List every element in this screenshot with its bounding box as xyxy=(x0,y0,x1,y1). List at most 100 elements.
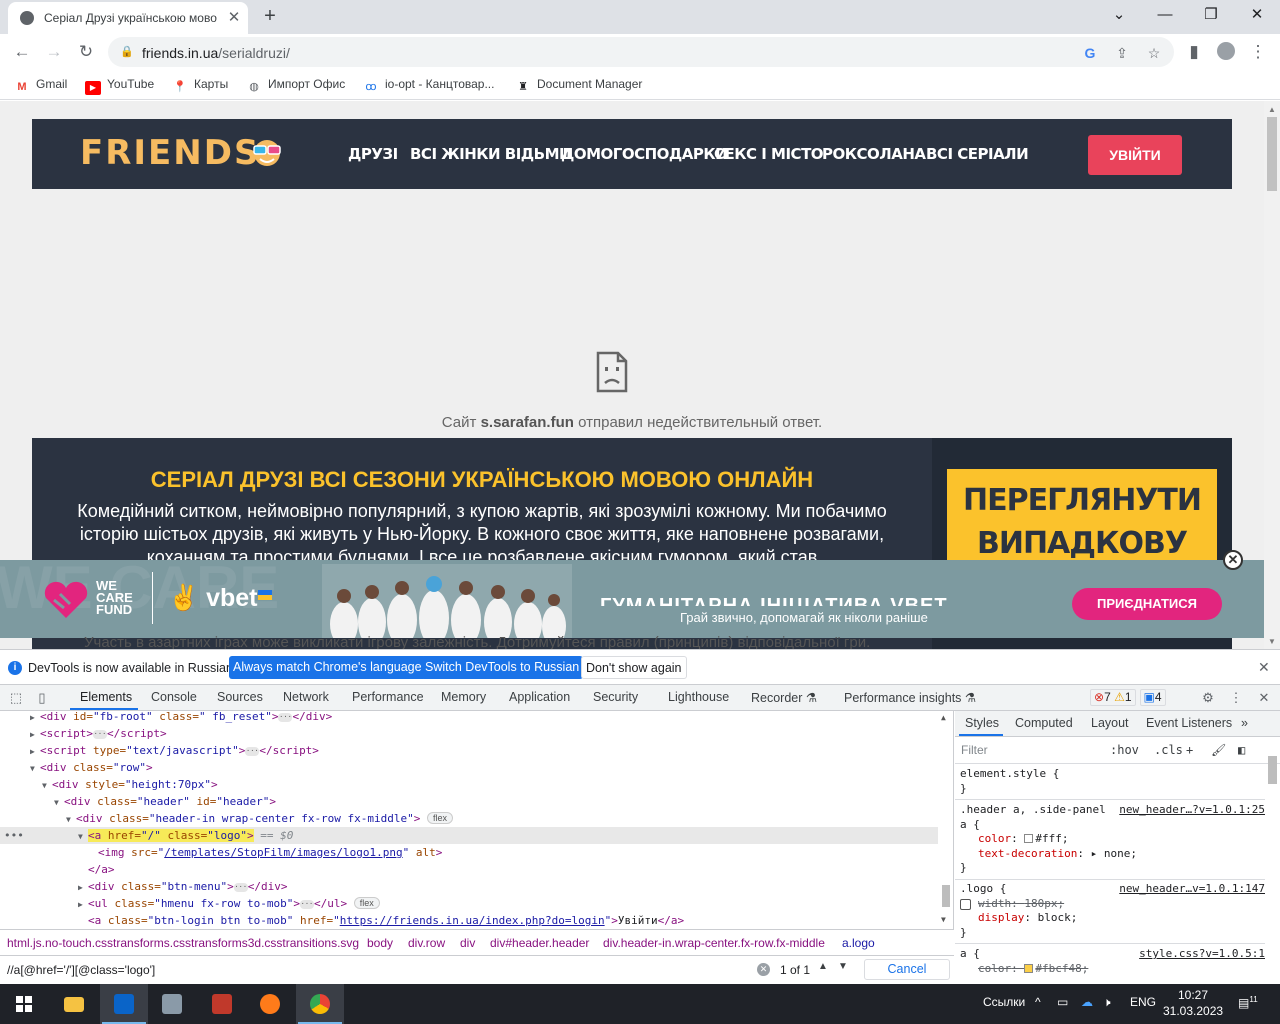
dom-node-selected[interactable]: ••• ▼ <a href="/" class="logo"> == $0 xyxy=(0,827,938,844)
close-tab-icon[interactable]: ✕ xyxy=(226,8,242,26)
tab-styles[interactable]: Styles xyxy=(965,716,999,730)
breadcrumb-body[interactable]: body xyxy=(367,936,393,950)
styles-filter-input[interactable]: Filter xyxy=(961,743,988,757)
breadcrumb-div-header-in[interactable]: div.header-in.wrap-center.fx-row.fx-midd… xyxy=(603,936,825,950)
firefox-icon[interactable] xyxy=(246,984,294,1024)
dom-node[interactable]: ▼ <div class="header" id="header"> xyxy=(0,793,938,810)
breadcrumb-div[interactable]: div xyxy=(460,936,475,950)
dom-node[interactable]: ▼ <div class="row"> xyxy=(0,759,938,776)
breadcrumb-a-logo[interactable]: a.logo xyxy=(842,936,875,950)
breadcrumb-div-header[interactable]: div#header.header xyxy=(490,936,589,950)
forward-icon[interactable]: → xyxy=(42,40,66,64)
dom-node[interactable]: ▶ <ul class="hmenu fx-row to-mob">···</ul… xyxy=(0,895,938,912)
devtools-menu-icon[interactable]: ⋮ xyxy=(1227,689,1245,707)
bookmark-document-manager[interactable]: ♜ Document Manager xyxy=(515,77,642,93)
minimize-icon[interactable]: — xyxy=(1142,2,1188,30)
tab-elements[interactable]: Elements xyxy=(80,690,132,704)
dom-search-input[interactable]: //a[@href='/'][@class='logo'] xyxy=(7,963,155,977)
address-bar[interactable]: 🔒 friends.in.ua/serialdruzi/ G ⇪ ☆ xyxy=(108,37,1174,67)
paint-icon[interactable]: 🖌 xyxy=(1211,743,1226,757)
switch-to-russian-button[interactable]: Switch DevTools to Russian xyxy=(421,656,584,679)
breadcrumb-div-row[interactable]: div.row xyxy=(408,936,445,950)
nav-roksolana[interactable]: РОКСОЛАНА xyxy=(822,145,926,163)
dom-node[interactable]: <img src="/templates/StopFilm/images/log… xyxy=(0,844,938,861)
color-swatch[interactable] xyxy=(1024,834,1034,843)
nav-seks-i-misto[interactable]: СЕКС І МІСТО xyxy=(714,145,824,163)
styles-scrollbar[interactable] xyxy=(1265,748,1280,983)
site-logo[interactable]: FRIENDS xyxy=(80,133,260,173)
dom-node[interactable]: ▼ <div class="header-in wrap-center fx-ro… xyxy=(0,810,938,827)
close-devtools-icon[interactable]: ✕ xyxy=(1255,689,1273,707)
style-rule-a[interactable]: a { style.css?v=1.0.5:1 color: #fbcf48; xyxy=(960,947,1265,976)
dom-node[interactable]: ▶ <script type="text/javascript">···</scr… xyxy=(0,742,938,759)
tab-layout[interactable]: Layout xyxy=(1091,716,1129,730)
hov-toggle[interactable]: :hov xyxy=(1110,743,1139,757)
side-panel-icon[interactable]: ▮ xyxy=(1182,40,1206,64)
flex-badge[interactable]: flex xyxy=(353,897,380,909)
always-match-language-button[interactable]: Always match Chrome's language xyxy=(229,656,426,679)
tab-performance-insights[interactable]: Performance insights ⚗ xyxy=(844,690,976,705)
cls-toggle[interactable]: .cls xyxy=(1154,743,1183,757)
bookmark-import-office[interactable]: ◍ Импорт Офис xyxy=(246,77,345,93)
tab-sources[interactable]: Sources xyxy=(217,690,263,704)
property-checkbox[interactable] xyxy=(960,898,971,910)
dom-scrollbar[interactable]: ▲ ▼ xyxy=(938,711,953,929)
bookmark-gmail[interactable]: M Gmail xyxy=(14,77,67,93)
device-toolbar-icon[interactable]: ▯ xyxy=(33,689,51,707)
color-swatch[interactable] xyxy=(1024,963,1034,973)
tab-search-icon[interactable]: ⌄ xyxy=(1096,2,1142,30)
file-explorer-icon[interactable] xyxy=(50,984,98,1024)
rule-source-link[interactable]: new_header…v=1.0.1:147 xyxy=(1119,882,1265,897)
toggle-sidebar-icon[interactable]: ◧ xyxy=(1238,743,1245,757)
issue-counters[interactable]: ⊗7 ⚠1 ▣4 xyxy=(1090,689,1170,706)
rule-source-link[interactable]: style.css?v=1.0.5:1 xyxy=(1139,947,1265,962)
styles-scroll-thumb[interactable] xyxy=(1268,756,1277,784)
bookmark-maps[interactable]: 📍 Карты xyxy=(172,77,228,93)
new-rule-icon[interactable]: + xyxy=(1186,743,1193,757)
settings-gear-icon[interactable]: ⚙ xyxy=(1199,689,1217,707)
profile-icon[interactable] xyxy=(1214,40,1238,64)
message-counter[interactable]: ▣4 xyxy=(1139,689,1166,706)
network-icon[interactable]: ▭ xyxy=(1057,995,1068,1009)
page-scrollbar[interactable]: ▲ ▼ xyxy=(1264,101,1280,649)
tray-expand-icon[interactable]: ^ xyxy=(1035,995,1041,1009)
ad-join-button[interactable]: ПРИЄДНАТИСЯ xyxy=(1072,588,1222,620)
inspect-element-icon[interactable]: ⬚ xyxy=(7,689,25,707)
new-tab-icon[interactable]: + xyxy=(258,4,282,28)
nav-vsi-seriali[interactable]: ВСІ СЕРІАЛИ xyxy=(926,145,1029,163)
system-clock[interactable]: 10:27 31.03.2023 xyxy=(1163,987,1223,1019)
browser-tab[interactable]: Серіал Друзі українською мово ✕ xyxy=(8,2,248,34)
chrome-icon[interactable] xyxy=(296,984,344,1024)
tab-performance[interactable]: Performance xyxy=(352,690,424,704)
dom-node[interactable]: ▶ <div class="btn-menu">···</div> xyxy=(0,878,938,895)
more-tabs-icon[interactable]: » xyxy=(1241,716,1248,730)
tab-recorder[interactable]: Recorder ⚗ xyxy=(751,690,817,705)
nav-vsi-zhinky[interactable]: ВСІ ЖІНКИ ВІДЬМИ xyxy=(410,145,572,163)
clear-search-icon[interactable]: ✕ xyxy=(757,963,770,976)
tab-security[interactable]: Security xyxy=(593,690,638,704)
tab-computed[interactable]: Computed xyxy=(1015,716,1073,730)
bookmark-youtube[interactable]: ▶ YouTube xyxy=(85,77,154,95)
archive-app-icon[interactable] xyxy=(198,984,246,1024)
dont-show-again-button[interactable]: Don't show again xyxy=(581,656,687,679)
search-next-icon[interactable]: ▼ xyxy=(838,961,848,972)
ad-close-icon[interactable]: ✕ xyxy=(1223,550,1243,570)
flex-badge[interactable]: flex xyxy=(427,812,454,824)
elements-dom-tree[interactable]: ▶ <div id="fb-root" class=" fb_reset">···… xyxy=(0,711,954,929)
style-rule-logo[interactable]: .logo { new_header…v=1.0.1:147 width: 18… xyxy=(960,882,1265,940)
rule-source-link[interactable]: new_header…?v=1.0.1:25 xyxy=(1119,803,1265,818)
style-rule-element[interactable]: element.style { } xyxy=(960,767,1265,796)
tab-network[interactable]: Network xyxy=(283,690,329,704)
infobar-close-icon[interactable]: ✕ xyxy=(1258,659,1270,676)
error-warning-counter[interactable]: ⊗7 ⚠1 xyxy=(1090,689,1136,706)
style-rule-header-a[interactable]: .header a, .side-panel a { new_header…?v… xyxy=(960,803,1265,876)
lock-icon[interactable]: 🔒 xyxy=(120,45,134,58)
language-indicator[interactable]: ENG xyxy=(1130,995,1156,1009)
back-icon[interactable]: ← xyxy=(10,40,34,64)
dom-node[interactable]: ▼ <div style="height:70px"> xyxy=(0,776,938,793)
scroll-down-icon[interactable]: ▼ xyxy=(941,915,946,924)
menu-icon[interactable]: ⋮ xyxy=(1246,40,1270,64)
bookmark-io-opt[interactable]: ꝏ io-opt - Канцтовар... xyxy=(363,77,494,93)
links-toolbar[interactable]: Ссылки xyxy=(983,995,1025,1009)
restore-icon[interactable]: ❐ xyxy=(1188,2,1234,30)
